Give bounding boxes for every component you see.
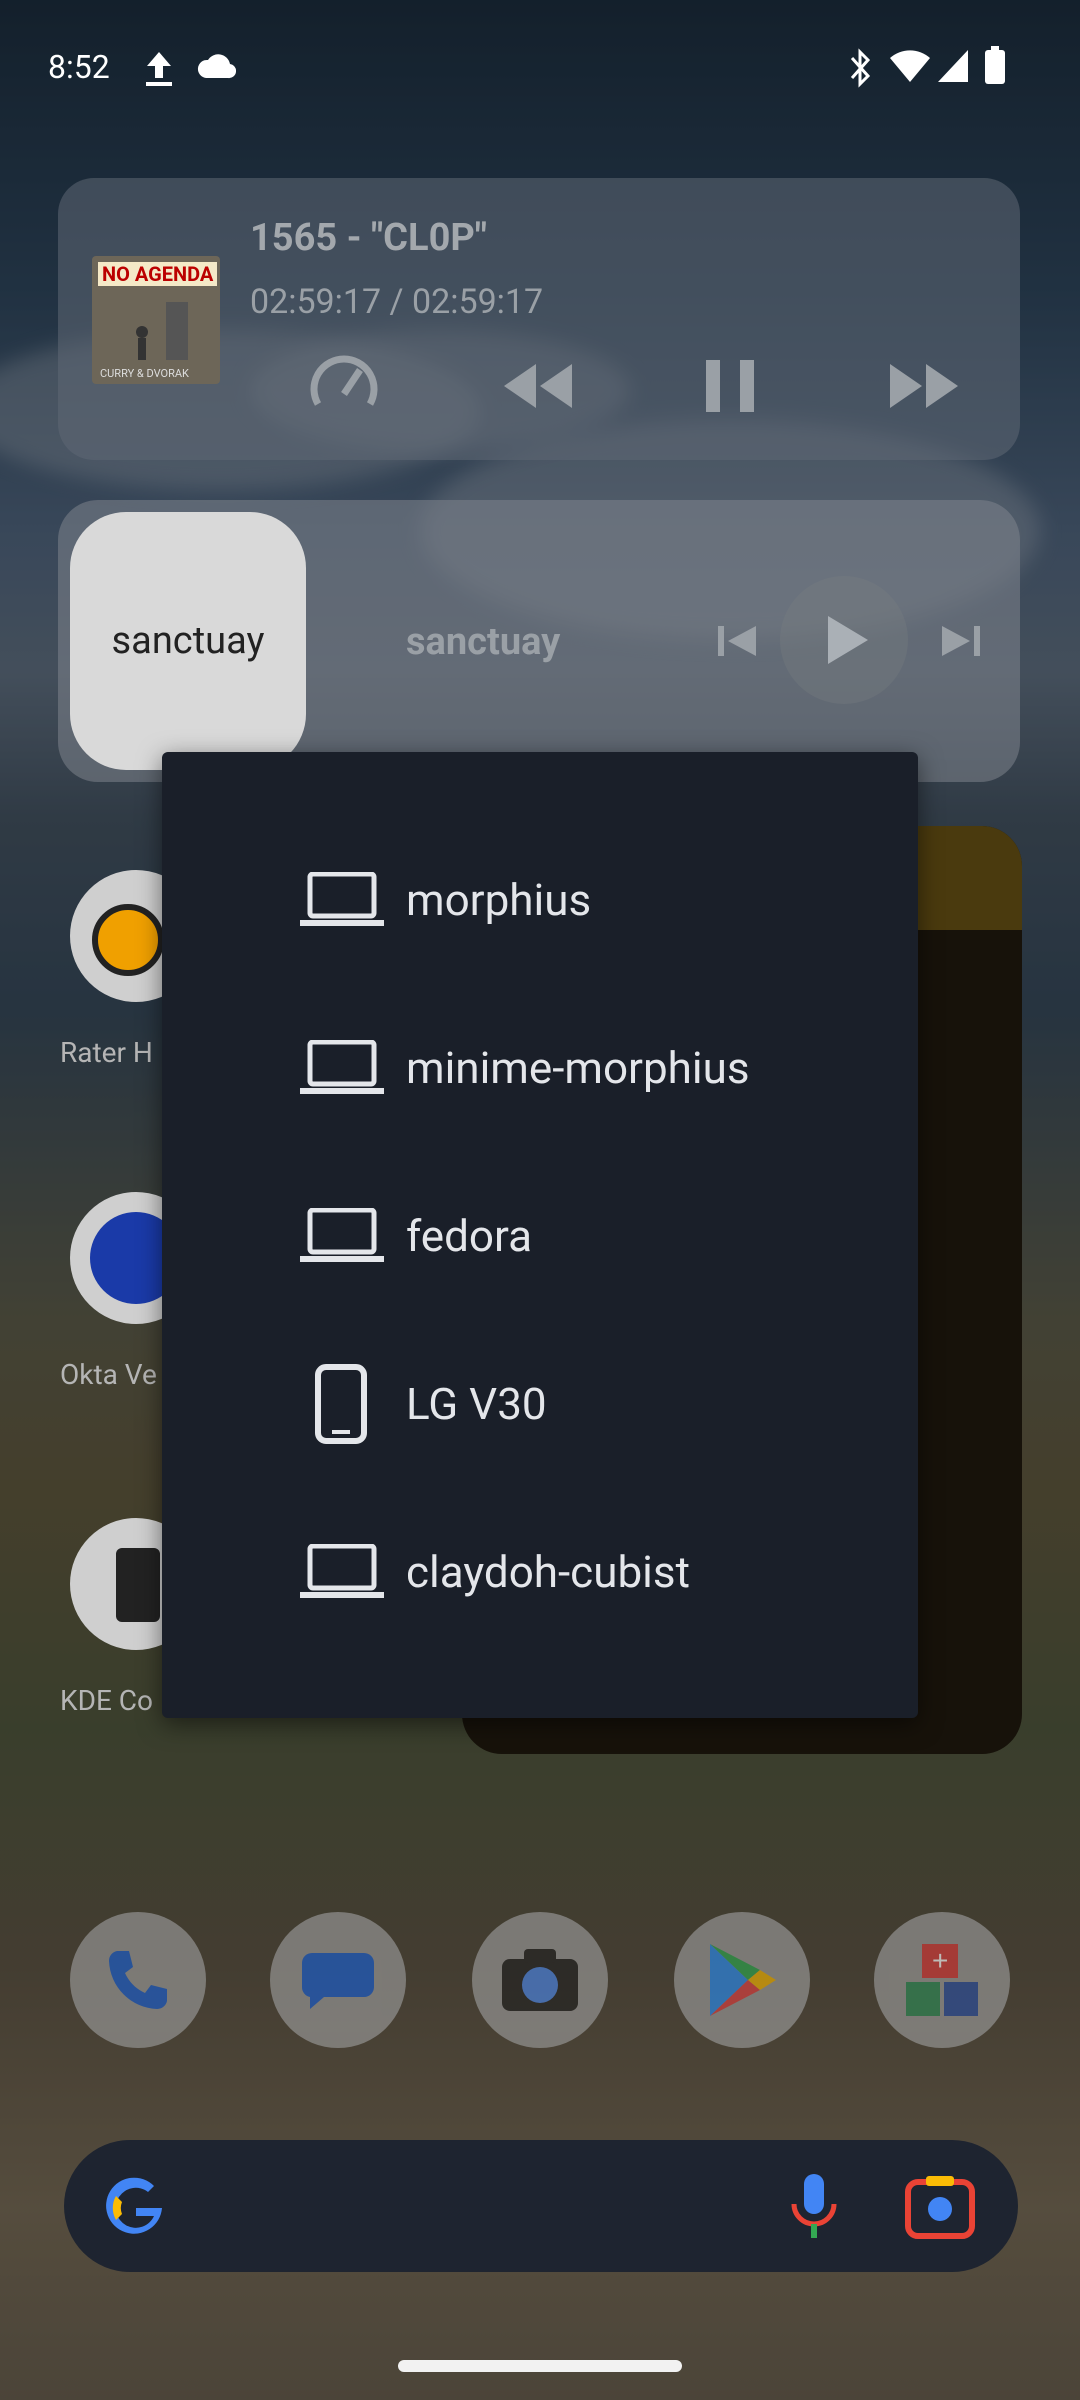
mic-icon[interactable] — [786, 2170, 842, 2244]
status-time: 8:52 — [48, 48, 110, 86]
previous-icon[interactable] — [698, 600, 778, 680]
device-item-claydoh-cubist[interactable]: claydoh-cubist — [162, 1488, 918, 1656]
playback-progress: 02:59:17 / 02:59:17 — [250, 282, 544, 322]
device-item-morphius[interactable]: morphius — [162, 816, 918, 984]
media-player-widget[interactable]: NO AGENDA CURRY & DVORAK 1565 - "CL0P" 0… — [58, 178, 1020, 460]
track-label: sanctuay — [406, 620, 561, 664]
next-icon[interactable] — [920, 600, 1000, 680]
device-selection-menu: morphius minime-morphius fedora LG V30 c… — [162, 752, 918, 1718]
device-item-fedora[interactable]: fedora — [162, 1152, 918, 1320]
album-art-subtitle: CURRY & DVORAK — [100, 367, 189, 380]
signal-icon — [938, 50, 968, 82]
device-label: fedora — [406, 1210, 533, 1262]
google-icon — [106, 2177, 162, 2234]
music-tile[interactable]: sanctuay — [70, 512, 306, 770]
kde-connect-app-label: KDE Co — [60, 1684, 153, 1717]
messages-app-icon[interactable] — [270, 1912, 406, 2048]
device-label: LG V30 — [406, 1378, 547, 1430]
calculator-app-icon[interactable]: + — [874, 1912, 1010, 2048]
messages-icon — [301, 1953, 374, 2009]
camera-app-icon[interactable] — [472, 1912, 608, 2048]
laptop-icon — [300, 872, 384, 926]
phone-app-icon[interactable] — [70, 1912, 206, 2048]
music-widget[interactable]: sanctuay sanctuay — [58, 500, 1020, 782]
device-item-minime-morphius[interactable]: minime-morphius — [162, 984, 918, 1152]
device-item-lg-v30[interactable]: LG V30 — [162, 1320, 918, 1488]
laptop-icon — [300, 1040, 384, 1094]
laptop-icon — [300, 1208, 384, 1262]
speed-icon[interactable] — [304, 346, 384, 426]
rewind-icon[interactable] — [498, 346, 578, 426]
cloud-icon — [198, 54, 236, 79]
laptop-icon — [300, 1544, 384, 1598]
device-label: morphius — [406, 874, 592, 926]
calculator-icon: + — [906, 1944, 978, 2016]
album-art-title: NO AGENDA — [98, 262, 218, 286]
play-store-app-icon[interactable] — [674, 1912, 810, 2048]
play-icon[interactable] — [798, 600, 898, 680]
camera-icon — [502, 1949, 578, 2011]
play-store-icon — [710, 1944, 776, 2016]
gesture-nav-bar[interactable] — [398, 2360, 682, 2372]
album-art: NO AGENDA CURRY & DVORAK — [92, 256, 220, 384]
fast-forward-icon[interactable] — [884, 346, 964, 426]
rater-app-label: Rater H — [60, 1036, 153, 1069]
phone-icon — [315, 1364, 367, 1444]
status-bar: 8:52 — [0, 0, 1080, 140]
lens-icon[interactable] — [904, 2172, 976, 2242]
phone-icon — [108, 1951, 167, 2010]
upload-icon — [146, 52, 172, 86]
google-search-bar[interactable] — [64, 2140, 1018, 2272]
okta-app-label: Okta Ve — [60, 1358, 157, 1391]
device-label: minime-morphius — [406, 1042, 750, 1094]
svg-text:+: + — [932, 1945, 948, 1976]
episode-title: 1565 - "CL0P" — [250, 216, 487, 260]
wifi-icon — [890, 50, 930, 82]
device-label: claydoh-cubist — [406, 1546, 690, 1598]
battery-icon — [985, 46, 1005, 84]
bluetooth-icon — [850, 48, 871, 88]
pause-icon[interactable] — [690, 346, 770, 426]
